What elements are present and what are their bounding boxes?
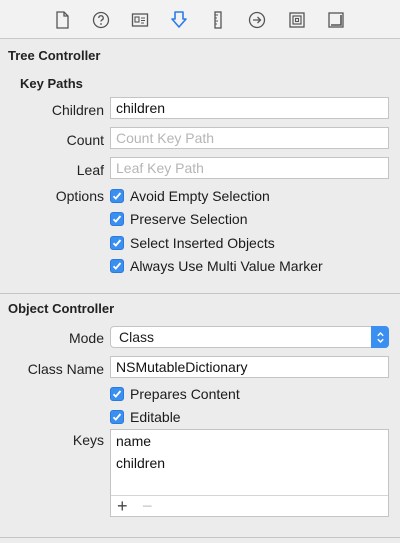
add-key-button[interactable]: +	[117, 497, 128, 515]
tree-controller-title: Tree Controller	[8, 48, 101, 63]
object-controller-title: Object Controller	[8, 301, 115, 316]
always-use-multi-value-marker-checkbox[interactable]: Always Use Multi Value Marker	[110, 257, 323, 275]
keys-label: Keys	[72, 432, 104, 448]
mode-select[interactable]: Class	[110, 326, 389, 348]
count-key-path-field[interactable]: Count Key Path	[110, 127, 389, 149]
checkbox-label: Always Use Multi Value Marker	[130, 258, 323, 274]
leaf-label: Leaf	[76, 162, 104, 178]
chevron-up-down-icon	[371, 326, 389, 348]
effects-icon[interactable]	[286, 9, 308, 31]
connections-icon[interactable]	[246, 9, 268, 31]
checkmark-icon	[110, 387, 124, 401]
leaf-key-path-field[interactable]: Leaf Key Path	[110, 157, 389, 179]
section-divider	[0, 537, 400, 538]
children-label: Children	[51, 102, 104, 118]
checkmark-icon	[110, 212, 124, 226]
checkbox-label: Preserve Selection	[130, 211, 248, 227]
inspector-toolbar	[0, 0, 400, 39]
avoid-empty-selection-checkbox[interactable]: Avoid Empty Selection	[110, 187, 270, 205]
checkbox-label: Avoid Empty Selection	[130, 188, 270, 204]
section-divider	[0, 293, 400, 294]
ruler-icon[interactable]	[207, 9, 229, 31]
checkbox-label: Editable	[130, 409, 181, 425]
checkbox-label: Select Inserted Objects	[130, 235, 275, 251]
class-name-label: Class Name	[27, 361, 104, 377]
options-label: Options	[55, 188, 104, 204]
checkbox-label: Prepares Content	[130, 386, 240, 402]
checkmark-icon	[110, 259, 124, 273]
keys-table[interactable]: name children + −	[110, 429, 389, 517]
mode-label: Mode	[68, 330, 104, 346]
identity-icon[interactable]	[129, 9, 151, 31]
children-field[interactable]: children	[110, 97, 389, 119]
key-paths-title: Key Paths	[20, 76, 83, 91]
file-icon[interactable]	[51, 9, 73, 31]
keys-footer: + −	[111, 495, 388, 516]
prepares-content-checkbox[interactable]: Prepares Content	[110, 385, 240, 403]
mode-select-value: Class	[119, 329, 155, 345]
count-label: Count	[66, 132, 104, 148]
editable-checkbox[interactable]: Editable	[110, 408, 181, 426]
checkmark-icon	[110, 236, 124, 250]
keys-row[interactable]: children	[116, 455, 165, 471]
preserve-selection-checkbox[interactable]: Preserve Selection	[110, 210, 248, 228]
class-name-field[interactable]: NSMutableDictionary	[110, 356, 389, 378]
remove-key-button[interactable]: −	[142, 497, 153, 515]
size-icon[interactable]	[325, 9, 347, 31]
bindings-icon[interactable]	[168, 9, 190, 31]
checkmark-icon	[110, 410, 124, 424]
select-inserted-objects-checkbox[interactable]: Select Inserted Objects	[110, 234, 275, 252]
checkmark-icon	[110, 189, 124, 203]
help-icon[interactable]	[90, 9, 112, 31]
keys-row[interactable]: name	[116, 433, 151, 449]
